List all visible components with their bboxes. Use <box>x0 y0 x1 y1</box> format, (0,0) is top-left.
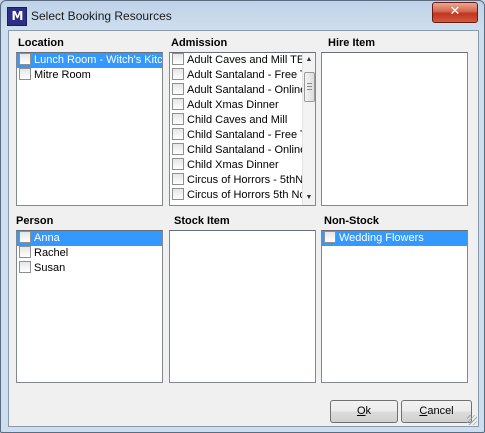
hire-item-label: Hire Item <box>328 37 376 49</box>
person-item[interactable]: Anna <box>17 231 162 246</box>
window-title: Select Booking Resources <box>31 9 172 23</box>
admission-item[interactable]: Adult Caves and Mill TEST <box>170 53 302 68</box>
thumb-grip-line <box>307 83 312 84</box>
location-label: Location <box>18 37 64 49</box>
admission-item-label: Child Caves and Mill <box>187 114 288 126</box>
admission-item-label: Adult Santaland - Free Time <box>187 69 302 81</box>
title-bar[interactable]: M Select Booking Resources ✕ <box>1 1 484 30</box>
admission-item[interactable]: Circus of Horrors 5th Nov <box>170 188 302 203</box>
checkbox[interactable] <box>172 113 184 125</box>
admission-item-label: Child Santaland - Free Time <box>187 129 302 141</box>
checkbox[interactable] <box>172 98 184 110</box>
ok-mnemonic: O <box>356 405 366 417</box>
checkbox[interactable] <box>324 231 336 243</box>
admission-item-label: Child Xmas Dinner <box>187 159 279 171</box>
admission-item[interactable]: Child Caves and Mill <box>170 113 302 128</box>
checkbox[interactable] <box>172 158 184 170</box>
dialog-window: M Select Booking Resources ✕ Location Ad… <box>0 0 485 433</box>
checkbox[interactable] <box>19 53 31 65</box>
non-stock-item[interactable]: Wedding Flowers <box>322 231 467 246</box>
admission-list[interactable]: Adult Caves and Mill TEST Adult Santaland… <box>169 52 316 206</box>
close-icon: ✕ <box>449 4 461 19</box>
location-list[interactable]: Lunch Room - Witch's Kitchen Mitre Room <box>16 52 163 206</box>
admission-item[interactable]: Adult Xmas Dinner <box>170 98 302 113</box>
location-item-label: Lunch Room - Witch's Kitchen <box>34 54 162 66</box>
close-button[interactable]: ✕ <box>432 2 478 23</box>
person-item[interactable]: Rachel <box>17 246 162 261</box>
person-item-label: Susan <box>34 262 66 274</box>
hire-item-list[interactable] <box>321 52 468 206</box>
admission-item[interactable]: Adult Santaland - Free Time <box>170 68 302 83</box>
person-label: Person <box>16 215 54 227</box>
admission-item-label: Circus of Horrors 5th Nov <box>187 189 302 201</box>
admission-item-label: Adult Xmas Dinner <box>187 99 279 111</box>
checkbox[interactable] <box>172 53 184 65</box>
location-item[interactable]: Mitre Room <box>17 68 162 83</box>
scroll-up-icon[interactable]: ▲ <box>303 54 315 66</box>
checkbox[interactable] <box>19 68 31 80</box>
admission-item-label: Adult Caves and Mill TEST <box>187 54 302 66</box>
admission-item[interactable]: Child Santaland - Free Time <box>170 128 302 143</box>
admission-item[interactable]: Child Santaland - Online <box>170 143 302 158</box>
admission-item-label: Adult Santaland - Online <box>187 84 302 96</box>
checkbox[interactable] <box>19 231 31 243</box>
admission-item[interactable]: Child Xmas Dinner <box>170 158 302 173</box>
person-list[interactable]: Anna Rachel Susan <box>16 230 163 383</box>
scroll-thumb[interactable] <box>304 72 315 102</box>
resize-grip[interactable] <box>467 415 477 425</box>
person-item-label: Anna <box>34 232 60 244</box>
dialog-content: Location Admission Hire Item Lunch Room … <box>8 30 479 427</box>
thumb-grip-line <box>307 86 312 87</box>
checkbox[interactable] <box>172 83 184 95</box>
admission-item-label: Circus of Horrors - 5thNov <box>187 174 302 186</box>
location-item[interactable]: Lunch Room - Witch's Kitchen <box>17 53 162 68</box>
checkbox[interactable] <box>172 143 184 155</box>
stock-item-label: Stock Item <box>174 215 230 227</box>
ok-button[interactable]: Ok <box>330 400 398 423</box>
stock-item-list[interactable] <box>169 230 316 383</box>
checkbox[interactable] <box>19 246 31 258</box>
checkbox[interactable] <box>172 68 184 80</box>
admission-item-label: Child Santaland - Online <box>187 144 302 156</box>
non-stock-item-label: Wedding Flowers <box>339 232 424 244</box>
thumb-grip-line <box>307 89 312 90</box>
checkbox[interactable] <box>172 173 184 185</box>
admission-scrollbar[interactable]: ▲ ▼ <box>302 53 315 205</box>
non-stock-list[interactable]: Wedding Flowers <box>321 230 468 383</box>
app-icon: M <box>7 7 27 26</box>
person-item[interactable]: Susan <box>17 261 162 276</box>
scroll-down-icon[interactable]: ▼ <box>303 192 315 204</box>
admission-label: Admission <box>171 37 228 49</box>
admission-item[interactable]: Adult Santaland - Online <box>170 83 302 98</box>
person-item-label: Rachel <box>34 247 69 259</box>
admission-items: Adult Caves and Mill TEST Adult Santaland… <box>170 53 302 203</box>
cancel-button[interactable]: Cancel <box>401 400 472 423</box>
checkbox[interactable] <box>19 261 31 273</box>
ok-label-rest: k <box>365 405 372 417</box>
admission-item[interactable]: Circus of Horrors - 5thNov <box>170 173 302 188</box>
checkbox[interactable] <box>172 188 184 200</box>
cancel-label-rest: ancel <box>427 405 454 417</box>
location-item-label: Mitre Room <box>34 69 91 81</box>
non-stock-label: Non-Stock <box>324 215 379 227</box>
checkbox[interactable] <box>172 128 184 140</box>
